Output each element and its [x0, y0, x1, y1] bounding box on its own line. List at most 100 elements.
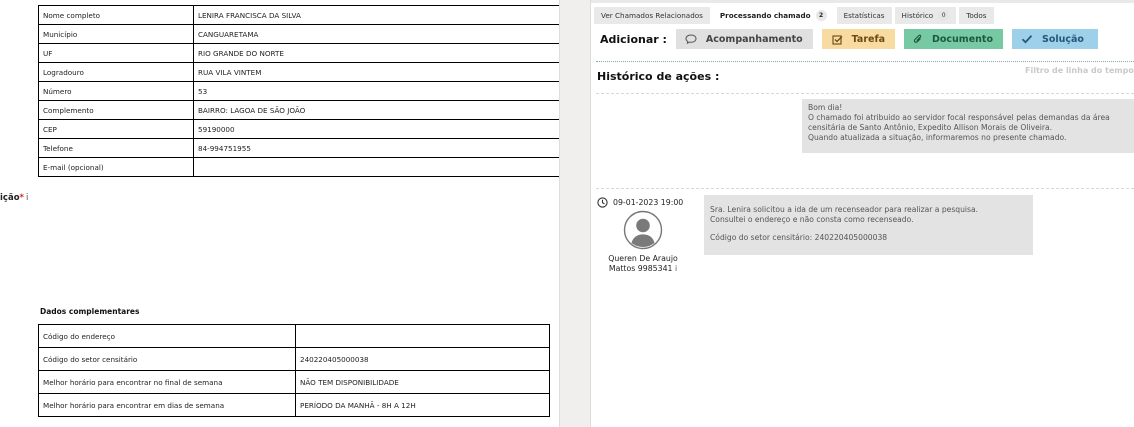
table-row: Nome completo LENIRA FRANCISCA DA SILVA	[38, 5, 560, 25]
table-row: Logradouro RUA VILA VINTEM	[38, 62, 560, 82]
message-line: O chamado foi atribuido ao servidor foca…	[808, 113, 1110, 122]
field-label: Melhor horário para encontrar em dias de…	[38, 393, 296, 417]
tab-processing[interactable]: Processando chamado 2	[712, 7, 834, 24]
table-row: Número 53	[38, 81, 560, 101]
description-label: ição* i	[0, 193, 28, 203]
ticket-timeline-pane: Ver Chamados Relacionados Processando ch…	[591, 0, 1134, 427]
field-value: RIO GRANDE DO NORTE	[193, 43, 560, 63]
add-task-label: Tarefa	[851, 33, 885, 45]
field-label: Código do endereço	[38, 324, 296, 348]
tab-count-badge: 0	[938, 10, 950, 21]
field-label: Logradouro	[38, 62, 194, 82]
table-row: E-mail (opcional)	[38, 157, 560, 177]
add-actions-row: Adicionar : Acompanhamento Tarefa Docume…	[600, 29, 1107, 49]
add-document-button[interactable]: Documento	[904, 29, 1003, 49]
add-task-button[interactable]: Tarefa	[821, 29, 895, 49]
field-value: BAIRRO: LAGOA DE SÃO JOÃO	[193, 100, 560, 120]
field-value: CANGUARETAMA	[193, 24, 560, 44]
field-value	[295, 324, 550, 348]
description-editor[interactable]	[38, 178, 560, 298]
author-name-line: Queren De Araujo	[608, 254, 678, 263]
add-solution-button[interactable]: Solução	[1011, 29, 1098, 49]
paperclip-icon	[913, 34, 923, 45]
tab-label: Estatísticas	[843, 11, 885, 20]
message-line: Bom dia!	[808, 103, 843, 112]
field-value: 53	[193, 81, 560, 101]
history-title: Histórico de ações :	[597, 70, 720, 83]
field-label: Melhor horário para encontrar no final d…	[38, 370, 296, 394]
speech-bubble-icon	[685, 34, 697, 44]
complementary-table: Código do endereço Código do setor censi…	[38, 324, 550, 417]
message-line: Sra. Lenira solicitou a ida de um recens…	[710, 205, 979, 214]
ticket-fields-table: Nome completo LENIRA FRANCISCA DA SILVA M…	[38, 5, 560, 177]
info-icon[interactable]: i	[26, 193, 28, 203]
table-row: Código do endereço	[38, 324, 550, 348]
field-value: 240220405000038	[295, 347, 550, 371]
tab-label: Todos	[966, 11, 987, 20]
followup-date: 09-01-2023 19:00	[597, 197, 683, 208]
field-label: Número	[38, 81, 194, 101]
field-label: CEP	[38, 119, 194, 139]
message-line: Quando atualizada a situação, informarem…	[808, 133, 1067, 142]
field-label: Código do setor censitário	[38, 347, 296, 371]
field-value: 59190000	[193, 119, 560, 139]
timeline-filter-link[interactable]: Filtro de linha do tempo	[1025, 66, 1134, 75]
ticket-tabs: Ver Chamados Relacionados Processando ch…	[594, 7, 994, 24]
followup-date-text: 09-01-2023 19:00	[613, 198, 684, 207]
field-label: E-mail (opcional)	[38, 157, 194, 177]
timeline-separator	[596, 93, 1134, 94]
followup-message: Sra. Lenira solicitou a ida de um recens…	[704, 195, 1033, 255]
field-value	[193, 157, 560, 177]
table-row: Melhor horário para encontrar no final d…	[38, 370, 550, 394]
message-line: censitária de Santo Antônio, Expedito Al…	[808, 123, 1053, 132]
message-line: Consultei o endereço e não consta como r…	[710, 215, 914, 224]
field-value: PERÍODO DA MANHÃ - 8H A 12H	[295, 393, 550, 417]
field-value: LENIRA FRANCISCA DA SILVA	[193, 5, 560, 25]
timeline-message: Bom dia! O chamado foi atribuido ao serv…	[802, 99, 1134, 153]
table-row: UF RIO GRANDE DO NORTE	[38, 43, 560, 63]
author-name-line: Mattos 9985341	[608, 264, 673, 273]
ticket-form-pane: ição* i Nome completo LENIRA FRANCISCA DA …	[0, 0, 562, 427]
tab-label: Processando chamado	[719, 11, 811, 20]
tab-history[interactable]: Histórico 0	[894, 7, 957, 24]
section-divider	[596, 61, 1134, 62]
field-label: UF	[38, 43, 194, 63]
table-row: Município CANGUARETAMA	[38, 24, 560, 44]
field-value: NÃO TEM DISPONIBILIDADE	[295, 370, 550, 394]
tab-label: Ver Chamados Relacionados	[601, 11, 703, 20]
tab-related-tickets[interactable]: Ver Chamados Relacionados	[594, 7, 710, 24]
field-label: Telefone	[38, 138, 194, 158]
table-row: CEP 59190000	[38, 119, 560, 139]
clock-icon	[597, 197, 608, 208]
followup-author: Queren De Araujo Mattos 9985341 i	[601, 254, 685, 274]
timeline-separator	[596, 188, 1134, 189]
checkbox-icon	[832, 34, 843, 45]
add-solution-label: Solução	[1041, 33, 1084, 45]
table-row: Código do setor censitário 24022040500003…	[38, 347, 550, 371]
complementary-title: Dados complementares	[40, 307, 140, 316]
table-row: Telefone 84-994751955	[38, 138, 560, 158]
field-label: Município	[38, 24, 194, 44]
pane-top-border	[591, 0, 1134, 3]
field-value: 84-994751955	[193, 138, 560, 158]
required-mark: *	[19, 193, 24, 203]
field-label: Complemento	[38, 100, 194, 120]
pane-divider[interactable]	[559, 0, 591, 427]
add-followup-button[interactable]: Acompanhamento	[675, 29, 813, 49]
checkmark-icon	[1021, 34, 1033, 44]
tab-count-badge: 2	[815, 10, 827, 21]
add-document-label: Documento	[932, 33, 993, 45]
avatar-icon	[623, 210, 663, 250]
message-line: Código do setor censitário: 240220405000…	[710, 233, 888, 242]
description-label-text: ição	[0, 193, 20, 203]
tab-label: Histórico	[901, 11, 934, 20]
author-info-icon[interactable]: i	[675, 264, 677, 273]
tab-all[interactable]: Todos	[959, 7, 994, 24]
tab-statistics[interactable]: Estatísticas	[836, 7, 892, 24]
field-value: RUA VILA VINTEM	[193, 62, 560, 82]
add-label: Adicionar :	[600, 32, 667, 46]
field-label: Nome completo	[38, 5, 194, 25]
add-followup-label: Acompanhamento	[705, 33, 803, 45]
table-row: Complemento BAIRRO: LAGOA DE SÃO JOÃO	[38, 100, 560, 120]
table-row: Melhor horário para encontrar em dias de…	[38, 393, 550, 417]
